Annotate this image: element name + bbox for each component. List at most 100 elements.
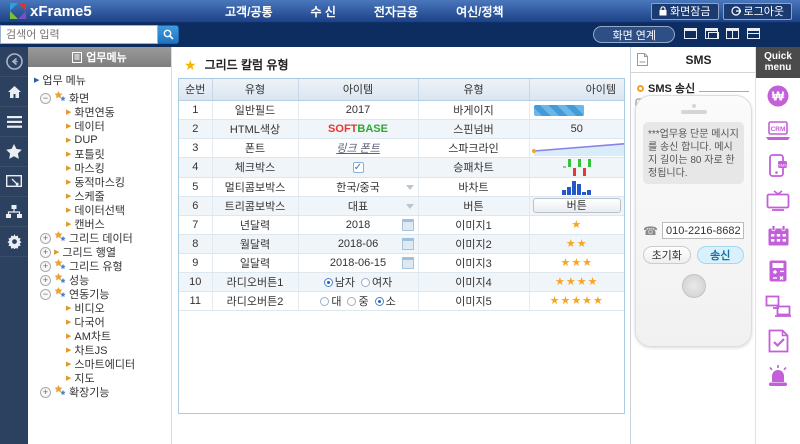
tree-toggle-icon[interactable]: + [40, 386, 51, 398]
date-field[interactable]: 2018 [346, 218, 414, 231]
table-row[interactable]: 2 HTML색상 SOFTBASE 스핀넘버 50 [179, 119, 624, 139]
report-check-icon[interactable] [756, 323, 800, 358]
tree-item[interactable]: ▶ 비디오 [28, 301, 171, 315]
combobox[interactable]: 한국/중국 [336, 182, 414, 194]
cell-rownum: 2 [179, 119, 213, 139]
tree-item[interactable]: + 성능 [28, 272, 171, 287]
tree-toggle-icon[interactable]: + [40, 260, 51, 272]
table-row[interactable]: 3 폰트 링크 폰트 스파크라인 [179, 138, 624, 158]
tree-item[interactable]: ▶ 데이터 [28, 119, 171, 133]
tree-item[interactable]: + 확장기능 [28, 384, 171, 399]
tree-toggle-icon[interactable]: − [40, 288, 51, 300]
radio-option[interactable]: 남자 [323, 277, 355, 289]
radio-dot-icon [323, 277, 333, 287]
window-tile-vertical-icon[interactable] [726, 28, 739, 39]
network-pc-icon[interactable] [756, 288, 800, 323]
sms-phone-icon[interactable]: SMS [756, 148, 800, 183]
tree-item[interactable]: ▶ 데이터선택 [28, 203, 171, 217]
won-currency-icon[interactable]: ₩ [756, 78, 800, 113]
screen-lock-button[interactable]: 화면잠금 [651, 2, 719, 20]
calculator-icon[interactable] [756, 253, 800, 288]
cell-rownum: 4 [179, 157, 213, 178]
home-icon[interactable] [0, 77, 28, 107]
tree-item[interactable]: ▶ 동적마스킹 [28, 175, 171, 189]
tree-item[interactable]: ▶ 스케줄 [28, 189, 171, 203]
cell-button[interactable]: 버튼 [532, 198, 621, 213]
table-row[interactable]: 7 년달력 2018 이미지1 ★ [179, 215, 624, 235]
collapse-arrow-icon[interactable] [0, 47, 28, 77]
tree-item[interactable]: − 연동기능 [28, 286, 171, 301]
tree-toggle-icon[interactable]: − [40, 92, 51, 104]
calendar-icon[interactable] [401, 237, 414, 250]
radio-option[interactable]: 대 [320, 296, 341, 308]
tree-toggle-icon[interactable]: + [40, 232, 51, 244]
table-row[interactable]: 4 체크박스 ✓ 승패차트 [179, 157, 624, 178]
combobox[interactable]: 대표 [348, 201, 414, 213]
tree-item[interactable]: ▶ 업무 메뉴 [28, 73, 171, 87]
screen-search-icon[interactable] [0, 167, 28, 197]
tree-item[interactable]: ▶ 화면연동 [28, 105, 171, 119]
tv-icon[interactable] [756, 183, 800, 218]
calendar-icon[interactable] [401, 256, 414, 269]
tree-item[interactable]: ▶ 지도 [28, 371, 171, 385]
search-input[interactable] [0, 25, 158, 44]
top-menu-item-1[interactable]: 고객/공통 [225, 3, 273, 20]
menu-list-icon[interactable] [0, 107, 28, 137]
cell-rownum: 3 [179, 138, 213, 158]
tree-item[interactable]: + 그리드 유형 [28, 258, 171, 273]
screen-link-button[interactable]: 화면 연계 [593, 26, 675, 43]
tree-item[interactable]: ▶ 다국어 [28, 315, 171, 329]
tree-item[interactable]: ▶ 스마트에디터 [28, 357, 171, 371]
phone-number-input[interactable] [661, 222, 744, 239]
window-single-icon[interactable] [684, 28, 697, 39]
radio-option[interactable]: 여자 [361, 277, 392, 289]
table-row[interactable]: 6 트리콤보박스 대표 버튼 버튼 [179, 196, 624, 216]
tree-item[interactable]: + 그리드 데이터 [28, 230, 171, 245]
tree-item[interactable]: ▶ 차트JS [28, 343, 171, 357]
table-row[interactable]: 5 멀티콤보박스 한국/중국 바차트 [179, 177, 624, 197]
logout-button[interactable]: 로그아웃 [722, 2, 792, 20]
top-menu-item-4[interactable]: 여신/정책 [456, 3, 504, 20]
checkbox[interactable]: ✓ [352, 161, 364, 173]
table-row[interactable]: 1 일반필드 2017 바게이지 [179, 100, 624, 120]
sms-send-button[interactable]: 송신 [696, 246, 744, 264]
favorite-star-icon[interactable]: ★ [184, 58, 197, 72]
siren-icon[interactable] [756, 358, 800, 393]
cell-item: 2017 [298, 100, 419, 120]
date-field[interactable]: 2018-06-15 [330, 256, 414, 269]
date-field[interactable]: 2018-06 [337, 237, 414, 250]
sms-reset-button[interactable]: 초기화 [643, 246, 691, 264]
tree-item[interactable]: ▶ 포틀릿 [28, 147, 171, 161]
settings-gear-icon[interactable] [0, 227, 28, 257]
tree-item[interactable]: ▶ DUP [28, 133, 171, 147]
color-text: SOFT [328, 122, 358, 135]
radio-option[interactable]: 중 [347, 296, 369, 308]
top-menu-item-2[interactable]: 수 신 [311, 3, 336, 20]
tree-toggle-icon[interactable]: + [40, 246, 51, 258]
window-layout-icons [684, 28, 760, 39]
table-row[interactable]: 11 라디오버튼2 대 중 소 이미지5 ★★★★★ [179, 291, 624, 311]
sitemap-icon[interactable] [0, 197, 28, 227]
table-row[interactable]: 9 일달력 2018-06-15 이미지3 ★★★ [179, 253, 624, 273]
search-button[interactable] [158, 25, 179, 44]
favorites-star-icon[interactable] [0, 137, 28, 167]
window-cascade-icon[interactable] [705, 28, 719, 39]
top-menu-item-3[interactable]: 전자금융 [374, 3, 418, 20]
crm-icon[interactable]: CRM [756, 113, 800, 148]
window-tile-horizontal-icon[interactable] [747, 28, 760, 39]
tree-item[interactable]: ▶ 캔버스 [28, 217, 171, 231]
date-value: 2018-06 [337, 237, 379, 250]
tree-item[interactable]: ▶ AM차트 [28, 329, 171, 343]
radio-option[interactable]: 소 [374, 296, 396, 308]
font-link[interactable]: 링크 폰트 [336, 143, 380, 155]
tree-item[interactable]: − 화면 [28, 90, 171, 105]
tree-item[interactable]: + ▶ 그리드 행열 [28, 245, 171, 259]
table-row[interactable]: 8 월달력 2018-06 이미지2 ★★ [179, 234, 624, 254]
calendar-icon[interactable] [756, 218, 800, 253]
table-row[interactable]: 10 라디오버튼1 남자 여자 이미지4 ★★★★ [179, 272, 624, 292]
grid-column-header: 아이템 [298, 79, 419, 101]
tree-toggle-icon[interactable]: + [40, 274, 51, 286]
tree-item[interactable]: ▶ 마스킹 [28, 161, 171, 175]
calendar-icon[interactable] [401, 218, 414, 231]
sparkline-chart [530, 139, 624, 156]
